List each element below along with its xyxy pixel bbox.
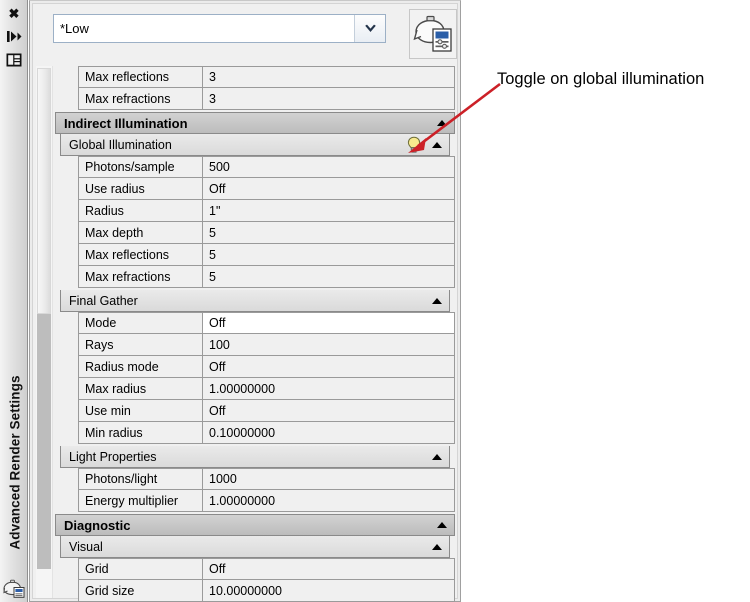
property-value[interactable]: 1000 xyxy=(203,469,454,489)
property-value[interactable]: Off xyxy=(203,356,454,377)
property-name: Energy multiplier xyxy=(79,490,203,511)
property-row[interactable]: Max reflections 3 xyxy=(78,66,455,88)
section-header-major[interactable]: Diagnostic xyxy=(55,514,455,536)
property-row[interactable]: Max refractions 5 xyxy=(78,266,455,288)
property-row[interactable]: Radius mode Off xyxy=(78,356,455,378)
section-label: Global Illumination xyxy=(69,137,172,152)
property-value[interactable]: 1.00000000 xyxy=(203,378,454,399)
collapse-triangle-icon[interactable] xyxy=(432,141,442,148)
property-row[interactable]: Grid Off xyxy=(78,558,455,580)
property-row[interactable]: Mode Off xyxy=(78,312,455,334)
property-name: Mode xyxy=(79,313,203,333)
property-name: Radius mode xyxy=(79,356,203,377)
property-row[interactable]: Energy multiplier 1.00000000 xyxy=(78,490,455,512)
section-header-minor[interactable]: Light Properties xyxy=(60,446,450,468)
property-row[interactable]: Radius 1" xyxy=(78,200,455,222)
property-grid: Max reflections 3 Max refractions 3 Indirect… xyxy=(36,66,455,602)
property-name: Min radius xyxy=(79,422,203,443)
close-icon[interactable]: ✖ xyxy=(4,4,24,24)
property-name: Max refractions xyxy=(79,88,203,109)
property-name: Photons/light xyxy=(79,469,203,489)
auto-hide-icon[interactable] xyxy=(4,26,24,46)
property-value[interactable]: 3 xyxy=(203,88,454,109)
section-label: Visual xyxy=(69,539,103,554)
advanced-render-settings-palette: ✖ Advanced Render Settings *Low Max refl… xyxy=(0,0,750,602)
teapot-icon[interactable] xyxy=(3,578,26,598)
scrollbar-thumb[interactable] xyxy=(37,68,51,314)
property-value[interactable]: Off xyxy=(203,400,454,421)
property-name: Use radius xyxy=(79,178,203,199)
property-name: Max refractions xyxy=(79,266,203,287)
section-label: Diagnostic xyxy=(64,517,131,533)
scrollbar-track[interactable] xyxy=(37,314,51,569)
property-name: Use min xyxy=(79,400,203,421)
property-value[interactable]: 5 xyxy=(203,266,454,287)
property-row[interactable]: Max reflections 5 xyxy=(78,244,455,266)
palette-inner: *Low Max reflections 3 Max refractions 3… xyxy=(32,3,458,602)
property-row[interactable]: Max refractions 3 xyxy=(78,88,455,110)
property-value[interactable]: 5 xyxy=(203,244,454,265)
palette-frame: *Low Max reflections 3 Max refractions 3… xyxy=(29,0,461,602)
section-label: Indirect Illumination xyxy=(64,115,188,131)
properties-icon[interactable] xyxy=(4,50,24,70)
section-header-major[interactable]: Indirect Illumination xyxy=(55,112,455,134)
render-preset-manager-button[interactable] xyxy=(409,9,457,59)
collapse-triangle-icon[interactable] xyxy=(437,522,447,528)
property-value[interactable]: 5 xyxy=(203,222,454,243)
property-row[interactable]: Min radius 0.10000000 xyxy=(78,422,455,444)
property-name: Radius xyxy=(79,200,203,221)
render-preset-combobox[interactable]: *Low xyxy=(53,14,386,43)
property-value[interactable]: Off xyxy=(203,559,454,579)
section-header-minor[interactable]: Global Illumination xyxy=(60,134,450,156)
property-row[interactable]: Grid size 10.00000000 xyxy=(78,580,455,602)
property-value[interactable]: Off xyxy=(203,313,454,333)
property-name: Rays xyxy=(79,334,203,355)
property-value[interactable]: Off xyxy=(203,178,454,199)
palette-title: Advanced Render Settings xyxy=(7,375,23,550)
collapse-triangle-icon[interactable] xyxy=(432,543,442,550)
property-name: Max radius xyxy=(79,378,203,399)
property-value[interactable]: 100 xyxy=(203,334,454,355)
collapse-triangle-icon[interactable] xyxy=(437,120,447,126)
annotation-label: Toggle on global illumination xyxy=(497,70,705,88)
property-value[interactable]: 1" xyxy=(203,200,454,221)
global-illumination-bulb-icon[interactable] xyxy=(406,136,422,154)
property-name: Photons/sample xyxy=(79,157,203,177)
property-value[interactable]: 0.10000000 xyxy=(203,422,454,443)
property-value[interactable]: 3 xyxy=(203,67,454,87)
property-row[interactable]: Use min Off xyxy=(78,400,455,422)
property-name: Max depth xyxy=(79,222,203,243)
property-name: Grid xyxy=(79,559,203,579)
property-row[interactable]: Max depth 5 xyxy=(78,222,455,244)
property-name: Grid size xyxy=(79,580,203,601)
render-preset-manager-icon xyxy=(413,15,452,52)
property-row[interactable]: Photons/sample 500 xyxy=(78,156,455,178)
property-name: Max reflections xyxy=(79,67,203,87)
render-preset-value[interactable]: *Low xyxy=(54,22,354,35)
property-rows: Max reflections 3 Max refractions 3 Indirect… xyxy=(55,66,455,602)
property-value[interactable]: 1.00000000 xyxy=(203,490,454,511)
section-header-minor[interactable]: Visual xyxy=(60,536,450,558)
section-label: Final Gather xyxy=(69,293,138,308)
property-row[interactable]: Use radius Off xyxy=(78,178,455,200)
property-row[interactable]: Photons/light 1000 xyxy=(78,468,455,490)
property-value[interactable]: 10.00000000 xyxy=(203,580,454,601)
property-value[interactable]: 500 xyxy=(203,157,454,177)
section-header-minor[interactable]: Final Gather xyxy=(60,290,450,312)
section-label: Light Properties xyxy=(69,449,157,464)
property-name: Max reflections xyxy=(79,244,203,265)
collapse-triangle-icon[interactable] xyxy=(432,297,442,304)
grid-vertical-scrollbar[interactable] xyxy=(36,66,53,598)
collapse-triangle-icon[interactable] xyxy=(432,453,442,460)
property-row[interactable]: Rays 100 xyxy=(78,334,455,356)
property-row[interactable]: Max radius 1.00000000 xyxy=(78,378,455,400)
chevron-down-icon[interactable] xyxy=(354,15,385,42)
palette-title-bar: ✖ Advanced Render Settings xyxy=(0,0,28,602)
